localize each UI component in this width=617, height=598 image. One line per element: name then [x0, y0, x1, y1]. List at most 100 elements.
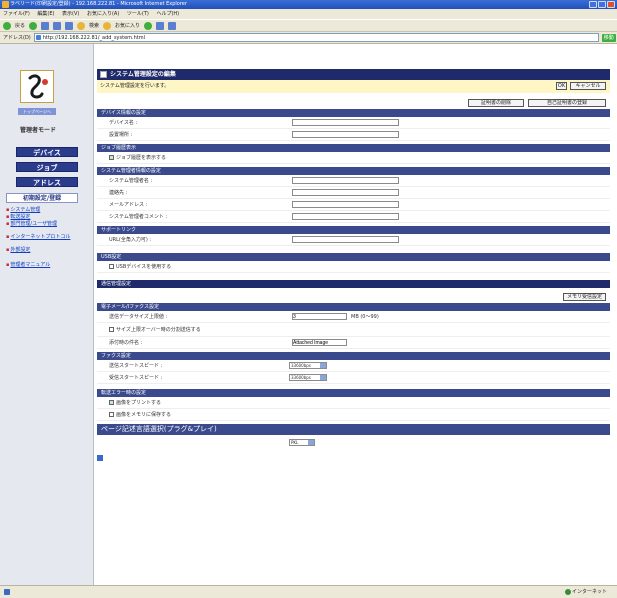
email-label: メールアドレス : [109, 202, 148, 208]
zone-label: インターネット [571, 589, 607, 595]
logo-icon [28, 74, 48, 99]
attach-name-input[interactable] [292, 339, 347, 346]
send-size-input[interactable] [292, 313, 347, 320]
nav-settings-button[interactable]: 初期設定/登録 [6, 193, 78, 203]
minimize-button[interactable] [589, 1, 597, 8]
history-icon[interactable] [144, 21, 153, 30]
window-title: ラベリード(印刷設定/登録) - 192.168.222.81 - Micros… [10, 1, 187, 7]
nav-job-button[interactable]: ジョブ [16, 162, 78, 172]
recv-speed-label: 受信スタートスピード : [109, 375, 163, 381]
refresh-icon[interactable] [53, 21, 62, 30]
link-transfer[interactable]: 転送設定 [6, 214, 86, 220]
notice-text: システム管理設定を行います。 [100, 83, 170, 89]
maximize-button[interactable] [598, 1, 606, 8]
ok-button[interactable]: OK [556, 82, 567, 90]
stop-icon[interactable] [41, 21, 50, 30]
delete-cert-button[interactable]: 証明書の削除 [468, 99, 524, 107]
pdl-value: PKL [291, 440, 299, 445]
address-bar: アドレス(D) http://192.168.222.81/_add_syste… [0, 32, 617, 44]
pdl-select[interactable]: PKL [289, 439, 315, 446]
nav-address-button[interactable]: アドレス [16, 177, 78, 187]
section-job: ジョブ履歴表示 [97, 144, 610, 152]
install-place-input[interactable] [292, 131, 399, 138]
back-icon[interactable] [3, 21, 11, 30]
split-checkbox[interactable] [109, 327, 114, 332]
footer-row [97, 449, 610, 465]
menu-tools[interactable]: ツール(T) [127, 11, 149, 17]
email-input[interactable] [292, 201, 399, 208]
device-name-input[interactable] [292, 119, 399, 126]
link-external[interactable]: 外部設定 [6, 247, 86, 253]
print-icon[interactable] [168, 21, 177, 30]
page-top-icon[interactable] [97, 455, 103, 461]
cancel-button[interactable]: キャンセル [570, 82, 606, 90]
section-comm: 通信管理設定 [97, 280, 610, 288]
admin-mode-label: 管理者モード [20, 127, 57, 134]
notice-bar: システム管理設定を行います。 OK キャンセル [97, 80, 610, 93]
job-check-row: ジョブ履歴を表示する [97, 152, 610, 164]
menu-favorites[interactable]: お気に入り(A) [87, 11, 119, 17]
nav-device-button[interactable]: デバイス [16, 147, 78, 157]
save-check-row: 画像をメモリに保存する [97, 409, 610, 421]
status-bar: インターネット [0, 585, 617, 598]
page-header: システム管理設定の編集 [97, 69, 610, 80]
email-row: メールアドレス : [97, 199, 610, 211]
split-check-label: サイズ上限オーバー時の分割送信する [116, 327, 201, 333]
job-checkbox[interactable] [109, 155, 114, 160]
menu-edit[interactable]: 編集(E) [37, 11, 54, 17]
address-input[interactable]: http://192.168.222.81/_add_system.html [33, 33, 599, 42]
admin-comment-input[interactable] [292, 213, 399, 220]
page-title: システム管理設定の編集 [110, 71, 176, 78]
save-check-label: 画像をメモリに保存する [116, 412, 172, 418]
forward-icon[interactable] [29, 21, 38, 30]
mail-icon[interactable] [156, 21, 165, 30]
job-check-label: ジョブ履歴を表示する [116, 155, 167, 161]
logo[interactable] [20, 70, 54, 103]
section-usb: USB設定 [97, 253, 610, 261]
search-icon[interactable] [77, 21, 86, 30]
link-department[interactable]: 部門管理/ユーザ管理 [6, 221, 86, 227]
usb-check-label: USBデバイスを使用する [116, 264, 172, 270]
address-label: アドレス(D) [3, 35, 31, 41]
send-speed-select[interactable]: 33600bps [289, 362, 327, 369]
recv-speed-row: 受信スタートスピード : 33600bps [97, 372, 610, 384]
send-speed-row: 送信スタートスピード : 33600bps [97, 360, 610, 372]
link-internet-protocol[interactable]: インターネットプロトコル [6, 234, 86, 240]
cert-button-row: 証明書の削除 自己証明書の登録 [97, 93, 610, 109]
back-label[interactable]: 戻る [15, 22, 25, 29]
usb-checkbox[interactable] [109, 264, 114, 269]
link-manual[interactable]: 管理者マニュアル [6, 262, 86, 268]
favorites-icon[interactable] [103, 21, 112, 30]
pdl-row: PKL [97, 435, 610, 449]
register-cert-button[interactable]: 自己証明書の登録 [528, 99, 606, 107]
home-icon[interactable] [65, 21, 74, 30]
admin-name-input[interactable] [292, 177, 399, 184]
top-page-link[interactable]: トップページへ [18, 108, 56, 115]
contact-label: 連絡先 : [109, 190, 128, 196]
contact-input[interactable] [292, 189, 399, 196]
favorites-label[interactable]: お気に入り [115, 22, 140, 29]
url-row: URL(全角入力可) : [97, 234, 610, 246]
print-check-label: 画像をプリントする [116, 400, 162, 406]
print-checkbox[interactable] [109, 400, 114, 405]
go-button[interactable]: 移動 [601, 33, 616, 42]
memory-receive-button[interactable]: メモリ受信設定 [563, 293, 606, 301]
install-place-label: 設置場所 : [109, 132, 133, 138]
browser-toolbar: 戻る 検索 お気に入り [0, 19, 617, 32]
send-speed-label: 送信スタートスピード : [109, 363, 163, 369]
menu-view[interactable]: 表示(V) [62, 11, 79, 17]
save-checkbox[interactable] [109, 412, 114, 417]
device-name-label: デバイス名 : [109, 120, 138, 126]
admin-comment-row: システム管理者コメント : [97, 211, 610, 223]
search-label[interactable]: 検索 [89, 22, 99, 29]
url-input[interactable] [292, 236, 399, 243]
admin-comment-label: システム管理者コメント : [109, 214, 168, 220]
menu-help[interactable]: ヘルプ(H) [156, 11, 179, 17]
section-mail-fax: 電子メール/Iファクス設定 [97, 303, 610, 311]
menu-file[interactable]: ファイル(F) [3, 11, 30, 17]
print-check-row: 画像をプリントする [97, 397, 610, 409]
recv-speed-value: 33600bps [291, 375, 311, 380]
close-button[interactable] [607, 1, 615, 8]
recv-speed-select[interactable]: 33600bps [289, 374, 327, 381]
link-system-admin[interactable]: システム管理 [6, 207, 86, 213]
